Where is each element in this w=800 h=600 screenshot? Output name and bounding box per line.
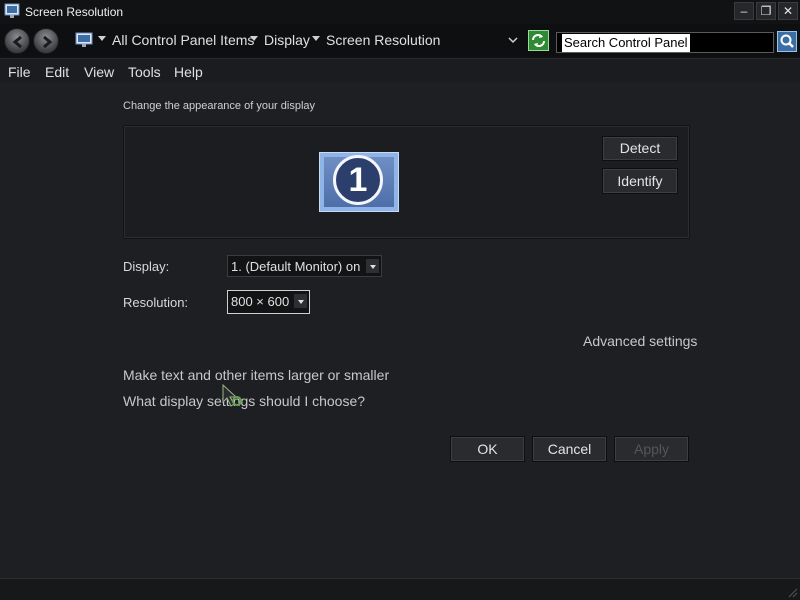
display-label: Display: bbox=[123, 259, 170, 274]
cancel-button[interactable]: Cancel bbox=[532, 436, 607, 462]
address-dropdown-icon[interactable] bbox=[508, 35, 518, 45]
forward-button[interactable] bbox=[33, 28, 59, 54]
ok-button[interactable]: OK bbox=[450, 436, 525, 462]
identify-button[interactable]: Identify bbox=[602, 168, 678, 194]
chevron-down-icon bbox=[294, 294, 307, 308]
refresh-icon bbox=[532, 34, 545, 47]
monitor-number: 1 bbox=[333, 155, 383, 205]
menu-help[interactable]: Help bbox=[174, 64, 203, 80]
page-heading: Change the appearance of your display bbox=[123, 100, 316, 112]
search-placeholder: Search Control Panel bbox=[562, 34, 690, 52]
resize-grip-icon[interactable] bbox=[786, 586, 798, 598]
search-button[interactable] bbox=[777, 31, 797, 52]
status-bar bbox=[0, 578, 800, 600]
menu-view[interactable]: View bbox=[84, 64, 114, 80]
monitor-thumbnail[interactable]: 1 bbox=[319, 152, 399, 212]
resolution-select-value: 800 × 600 bbox=[231, 294, 290, 309]
control-panel-icon[interactable] bbox=[75, 31, 93, 49]
window-title: Screen Resolution bbox=[25, 5, 124, 19]
refresh-button[interactable] bbox=[528, 30, 549, 51]
crumb-display[interactable]: Display bbox=[264, 32, 310, 48]
address-bar: All Control Panel Items Display Screen R… bbox=[0, 24, 800, 58]
content-area: Change the appearance of your display 1 … bbox=[0, 82, 800, 578]
resolution-label: Resolution: bbox=[123, 295, 189, 310]
minimize-button[interactable]: – bbox=[734, 2, 754, 20]
display-select-value: 1. (Default Monitor) on bbox=[231, 259, 361, 274]
title-bar: Screen Resolution – ❐ ✕ bbox=[0, 0, 800, 24]
crumb-root-arrow[interactable] bbox=[98, 36, 106, 41]
crumb-all-items[interactable]: All Control Panel Items bbox=[112, 32, 254, 48]
back-button[interactable] bbox=[4, 28, 30, 54]
menu-bar: File Edit View Tools Help bbox=[0, 58, 800, 82]
menu-file[interactable]: File bbox=[8, 64, 31, 80]
display-select[interactable]: 1. (Default Monitor) on bbox=[227, 255, 382, 277]
crumb-all-items-arrow[interactable] bbox=[250, 36, 258, 41]
busy-cursor-icon bbox=[222, 384, 242, 407]
search-icon bbox=[780, 34, 794, 48]
text-size-link[interactable]: Make text and other items larger or smal… bbox=[123, 367, 389, 383]
display-arrangement-panel: 1 Detect Identify bbox=[123, 125, 690, 239]
crumb-screen-resolution[interactable]: Screen Resolution bbox=[326, 32, 440, 48]
forward-arrow-icon bbox=[43, 35, 53, 49]
chevron-down-icon bbox=[366, 259, 379, 273]
detect-button[interactable]: Detect bbox=[602, 136, 678, 161]
monitor-icon bbox=[4, 3, 20, 18]
menu-tools[interactable]: Tools bbox=[128, 64, 161, 80]
restore-button[interactable]: ❐ bbox=[756, 2, 776, 20]
search-input[interactable]: Search Control Panel bbox=[556, 32, 774, 53]
apply-button[interactable]: Apply bbox=[614, 436, 689, 462]
close-button[interactable]: ✕ bbox=[778, 2, 798, 20]
crumb-display-arrow[interactable] bbox=[312, 36, 320, 41]
back-arrow-icon bbox=[12, 35, 22, 49]
advanced-settings-link[interactable]: Advanced settings bbox=[583, 333, 697, 349]
menu-edit[interactable]: Edit bbox=[45, 64, 69, 80]
resolution-select[interactable]: 800 × 600 bbox=[227, 290, 310, 314]
